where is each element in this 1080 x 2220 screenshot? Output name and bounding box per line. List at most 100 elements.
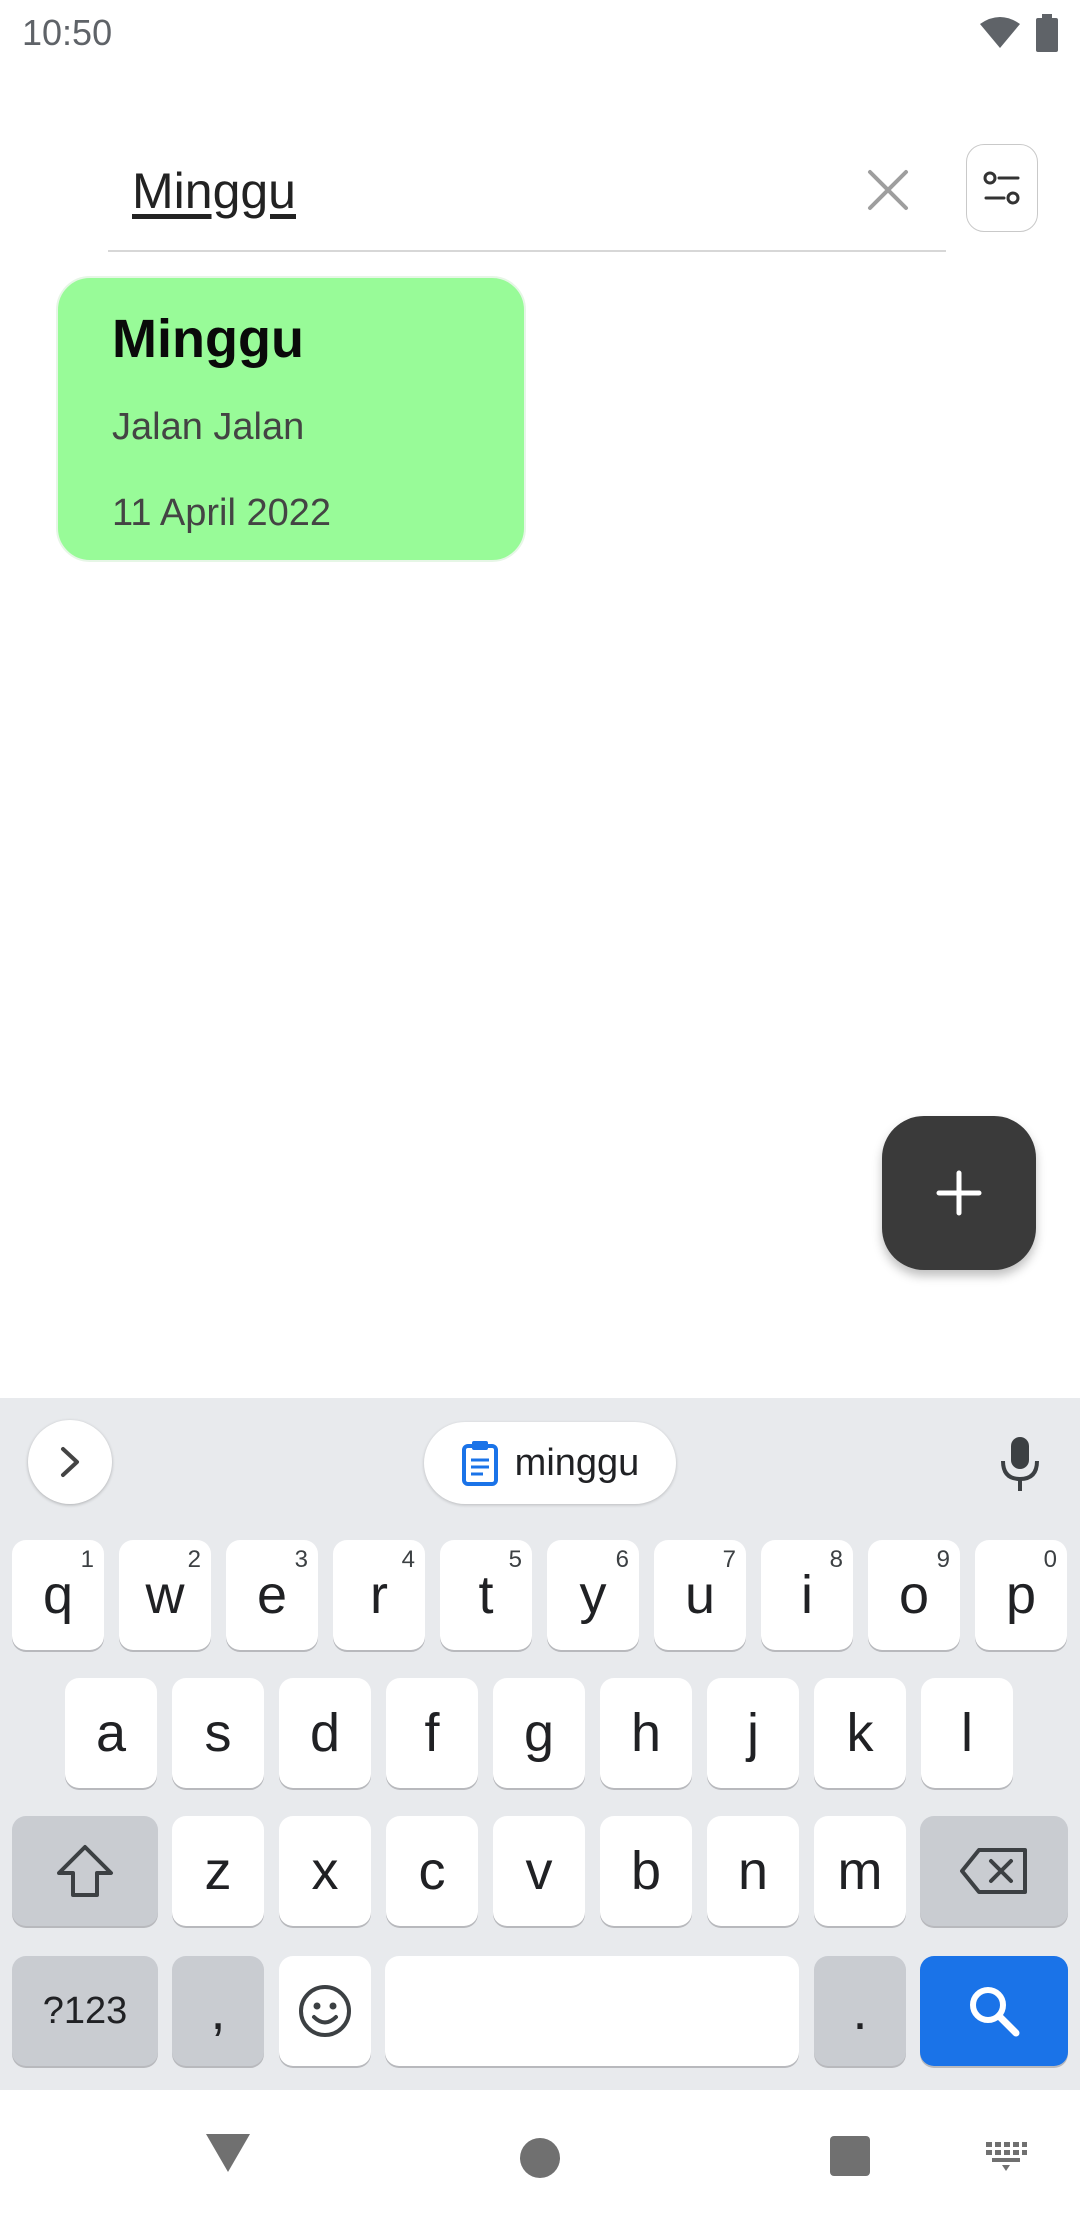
key-i-label: i [801,1565,813,1625]
key-l[interactable]: l [921,1678,1013,1788]
status-time: 10:50 [22,12,113,53]
key-e-label: e [256,1565,288,1625]
key-o[interactable]: o9 [868,1540,960,1650]
key-c-label: c [418,1841,446,1901]
keyboard: minggu q1w2e3r4t5y6u7i8o9p0asdfghjklzxcv… [0,1398,1080,2090]
search-key[interactable] [920,1956,1068,2066]
microphone-icon [1001,1437,1039,1491]
key-g-label: g [523,1703,555,1763]
space-key[interactable] [385,1956,799,2066]
key-i-hint: 8 [829,1546,843,1573]
key-p[interactable]: p0 [975,1540,1067,1650]
key-q[interactable]: q1 [12,1540,104,1650]
key-o-label: o [898,1565,930,1625]
key-d[interactable]: d [279,1678,371,1788]
status-icons [978,14,1058,52]
key-p-label: p [1005,1565,1037,1625]
clear-search-button[interactable] [860,162,916,218]
key-s[interactable]: s [172,1678,264,1788]
home-icon[interactable] [518,2136,562,2180]
key-v-label: v [525,1841,553,1901]
key-f-label: f [424,1703,440,1763]
key-d-label: d [309,1703,341,1763]
key-y[interactable]: y6 [547,1540,639,1650]
key-a[interactable]: a [65,1678,157,1788]
key-b[interactable]: b [600,1816,692,1926]
note-title: Minggu [112,309,304,369]
filter-icon [983,171,1020,205]
key-g[interactable]: g [493,1678,585,1788]
key-q-hint: 1 [80,1546,94,1573]
key-y-label: y [579,1565,607,1625]
key-b-label: b [630,1841,662,1901]
key-m-label: m [837,1841,883,1901]
wifi-icon [980,17,1020,48]
search-icon [970,1987,1020,2037]
key-a-label: a [95,1703,127,1763]
key-k-label: k [846,1703,874,1763]
key-e[interactable]: e3 [226,1540,318,1650]
key-t[interactable]: t5 [440,1540,532,1650]
key-x[interactable]: x [279,1816,371,1926]
back-icon[interactable] [204,2130,252,2176]
key-e-hint: 3 [294,1546,308,1573]
clipboard-suggestion-chip[interactable]: minggu [424,1422,676,1504]
comma-key[interactable]: , [172,1956,264,2066]
period-key[interactable]: . [814,1956,906,2066]
recents-icon[interactable] [828,2134,872,2178]
shift-icon [57,1845,113,1897]
note-date: 11 April 2022 [112,492,332,534]
shift-key[interactable] [12,1816,158,1926]
voice-input-button[interactable] [990,1432,1050,1496]
key-t-label: t [478,1565,494,1625]
add-note-button[interactable] [882,1116,1036,1270]
chevron-right-icon [61,1447,79,1477]
key-z-label: z [204,1841,232,1901]
backspace-icon [960,1848,1027,1894]
key-h[interactable]: h [600,1678,692,1788]
key-n[interactable]: n [707,1816,799,1926]
note-body: Jalan Jalan [112,406,305,448]
key-j-label: j [747,1703,759,1763]
search-field[interactable]: Minggu [108,140,946,252]
key-f[interactable]: f [386,1678,478,1788]
key-w-hint: 2 [187,1546,201,1573]
key-i[interactable]: i8 [761,1540,853,1650]
keyboard-expand-button[interactable] [28,1420,112,1504]
key-r-label: r [370,1565,388,1625]
key-p-hint: 0 [1043,1546,1057,1573]
key-q-label: q [42,1565,74,1625]
emoji-icon [299,1985,351,2037]
key-k[interactable]: k [814,1678,906,1788]
key-u-hint: 7 [722,1546,736,1573]
key-l-label: l [961,1703,973,1763]
key-j[interactable]: j [707,1678,799,1788]
key-y-hint: 6 [615,1546,629,1573]
period-key-label: . [852,1981,868,2041]
key-m[interactable]: m [814,1816,906,1926]
symbols-key-label: ?123 [42,1989,128,2032]
comma-key-label: , [210,1981,226,2041]
battery-icon [1036,14,1058,52]
keyboard-switch-icon[interactable] [984,2140,1028,2172]
clipboard-icon [461,1441,498,1486]
key-r[interactable]: r4 [333,1540,425,1650]
key-z[interactable]: z [172,1816,264,1926]
key-o-hint: 9 [936,1546,950,1573]
status-bar: 10:50 [0,0,1080,68]
search-input[interactable]: Minggu [132,162,296,220]
symbols-key[interactable]: ?123 [12,1956,158,2066]
key-t-hint: 5 [508,1546,522,1573]
filter-button[interactable] [966,144,1038,232]
keyboard-toolbar: minggu [0,1398,1080,1528]
note-card[interactable]: Minggu Jalan Jalan 11 April 2022 [56,276,526,562]
backspace-key[interactable] [920,1816,1068,1926]
key-w[interactable]: w2 [119,1540,211,1650]
navigation-bar [0,2090,1080,2220]
key-x-label: x [311,1841,339,1901]
key-u-label: u [684,1565,716,1625]
key-c[interactable]: c [386,1816,478,1926]
key-v[interactable]: v [493,1816,585,1926]
emoji-key[interactable] [279,1956,371,2066]
key-u[interactable]: u7 [654,1540,746,1650]
